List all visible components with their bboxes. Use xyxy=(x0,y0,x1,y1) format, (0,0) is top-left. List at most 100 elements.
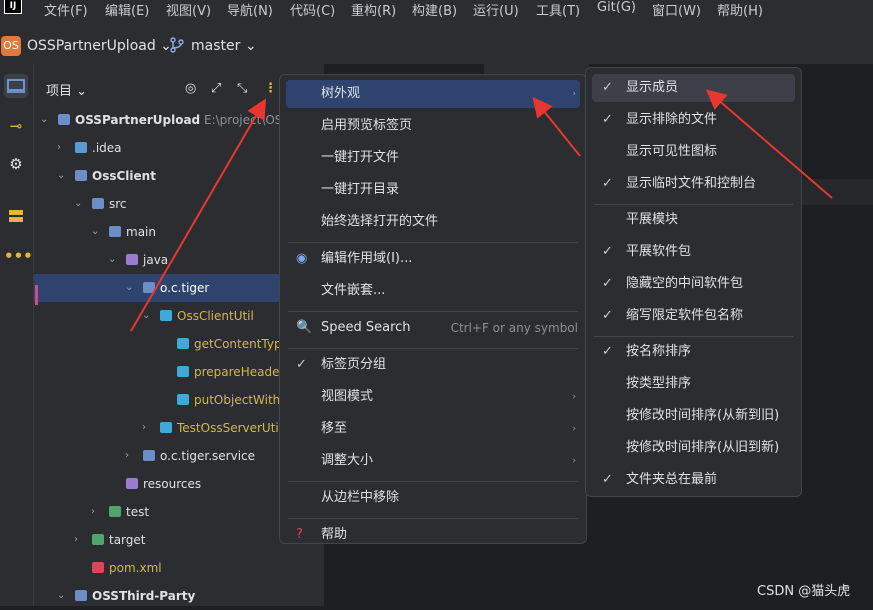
submenu-item[interactable]: 按修改时间排序(从新到旧) xyxy=(592,402,795,430)
menu-run[interactable]: 运行(U) xyxy=(473,0,519,19)
submenu-item[interactable]: ✓ 按名称排序 xyxy=(592,338,795,366)
menu-help[interactable]: 帮助(H) xyxy=(717,0,763,19)
tree-node-icon xyxy=(75,170,87,181)
branch-selector[interactable]: master ⌄ xyxy=(191,38,257,54)
context-menu-item[interactable]: 文件嵌套... xyxy=(286,277,580,305)
locate-icon[interactable]: ◎ xyxy=(185,81,196,96)
menu-navigate[interactable]: 导航(N) xyxy=(227,0,273,19)
tree-row[interactable]: ⌄ OSSPartnerUpload E:\project\OSS xyxy=(34,106,318,134)
menu-tools[interactable]: 工具(T) xyxy=(536,0,580,19)
plugins-icon[interactable]: ⚙ xyxy=(4,152,28,176)
submenu-arrow-icon: › xyxy=(572,89,576,99)
tree-node-icon xyxy=(109,506,121,517)
structure-icon[interactable] xyxy=(4,204,28,228)
search-icon: 🔍 xyxy=(296,320,313,335)
expand-all-icon[interactable]: ⤢ xyxy=(211,81,221,96)
menu-window[interactable]: 窗口(W) xyxy=(652,0,701,19)
menu-separator xyxy=(288,518,578,519)
context-menu-item[interactable]: 树外观 › xyxy=(286,80,580,108)
collapse-all-icon[interactable]: ⤡ xyxy=(237,81,247,96)
submenu-label: 按类型排序 xyxy=(626,376,692,391)
menu-file[interactable]: 文件(F) xyxy=(44,0,88,19)
menu-build[interactable]: 构建(B) xyxy=(412,0,457,19)
tree-row[interactable]: pom.xml xyxy=(34,554,318,582)
tree-row[interactable]: prepareHeaders xyxy=(34,358,318,386)
context-menu-item[interactable]: 一键打开目录 xyxy=(286,176,580,204)
menu-git[interactable]: Git(G) xyxy=(597,0,636,15)
project-tool-icon[interactable] xyxy=(4,74,28,98)
menu-separator xyxy=(288,311,578,312)
check-icon: ✓ xyxy=(602,112,613,127)
submenu-item[interactable]: ✓ 显示临时文件和控制台 xyxy=(592,170,795,198)
submenu-item[interactable]: ✓ 隐藏空的中间软件包 xyxy=(592,270,795,298)
chevron-down-icon[interactable]: ⌄ xyxy=(142,302,150,330)
chevron-down-icon[interactable]: ⌄ xyxy=(108,246,116,274)
check-icon: ✓ xyxy=(602,472,613,487)
tree-row[interactable]: ⌄ java xyxy=(34,246,318,274)
context-menu-label: 始终选择打开的文件 xyxy=(321,214,439,229)
tree-row[interactable]: ⌄ OssClient xyxy=(34,162,318,190)
submenu-item[interactable]: ✓ 平展软件包 xyxy=(592,238,795,266)
tree-row[interactable]: › target xyxy=(34,526,318,554)
submenu-item[interactable]: ✓ 显示成员 xyxy=(592,74,795,102)
more-tools-icon[interactable]: ••• xyxy=(4,244,33,268)
submenu-item[interactable]: 平展模块 xyxy=(592,206,795,234)
tree-row[interactable]: putObjectWithH xyxy=(34,386,318,414)
chevron-right-icon[interactable]: › xyxy=(74,526,78,554)
context-menu-item[interactable]: 视图模式 › xyxy=(286,383,580,411)
chevron-down-icon[interactable]: ⌄ xyxy=(125,274,133,302)
context-menu-item[interactable]: 调整大小 › xyxy=(286,447,580,475)
chevron-right-icon[interactable]: › xyxy=(57,134,61,162)
chevron-right-icon[interactable]: › xyxy=(142,414,146,442)
tree-row[interactable]: getContentType xyxy=(34,330,318,358)
submenu-label: 隐藏空的中间软件包 xyxy=(626,276,744,291)
chevron-down-icon[interactable]: ⌄ xyxy=(57,162,65,190)
panel-title[interactable]: 项目 ⌄ xyxy=(46,80,87,99)
context-menu-label: 一键打开文件 xyxy=(321,150,400,165)
commit-icon[interactable]: ⊸ xyxy=(4,114,28,138)
context-menu-item[interactable]: 启用预览标签页 xyxy=(286,112,580,140)
context-menu-item[interactable]: ✓ 标签页分组 xyxy=(286,351,580,379)
project-selector[interactable]: OSSPartnerUpload ⌄ xyxy=(27,38,172,54)
chevron-down-icon[interactable]: ⌄ xyxy=(91,218,99,246)
submenu-item[interactable]: 按修改时间排序(从旧到新) xyxy=(592,434,795,462)
context-menu-item[interactable]: 移至 › xyxy=(286,415,580,443)
context-menu-item[interactable]: 🔍 Speed Search Ctrl+F or any symbol xyxy=(286,314,580,342)
context-menu-label: 移至 xyxy=(321,421,348,436)
context-menu-label: 一键打开目录 xyxy=(321,182,400,197)
menu-code[interactable]: 代码(C) xyxy=(290,0,335,19)
tree-row[interactable]: ⌄ src xyxy=(34,190,318,218)
tree-row[interactable]: › TestOssServerUtil xyxy=(34,414,318,442)
submenu-item[interactable]: 显示可见性图标 xyxy=(592,138,795,166)
menu-view[interactable]: 视图(V) xyxy=(166,0,211,19)
submenu-item[interactable]: ✓ 缩写限定软件包名称 xyxy=(592,302,795,330)
context-menu-item[interactable]: 始终选择打开的文件 xyxy=(286,208,580,236)
context-menu-item[interactable]: 一键打开文件 xyxy=(286,144,580,172)
menu-refactor[interactable]: 重构(R) xyxy=(351,0,396,19)
scope-icon: ◉ xyxy=(296,251,308,266)
tree-row[interactable]: › test xyxy=(34,498,318,526)
submenu-item[interactable]: ✓ 文件夹总在最前 xyxy=(592,466,795,494)
menu-separator xyxy=(288,242,578,243)
menu-edit[interactable]: 编辑(E) xyxy=(105,0,149,19)
tree-row[interactable]: ⌄ OssClientUtil xyxy=(34,302,318,330)
context-menu-item[interactable]: ? 帮助 xyxy=(286,521,580,549)
tree-row[interactable]: › o.c.tiger.service xyxy=(34,442,318,470)
chevron-down-icon[interactable]: ⌄ xyxy=(74,190,82,218)
tree-row[interactable]: ⌄ o.c.tiger xyxy=(34,274,318,302)
submenu-label: 平展模块 xyxy=(626,212,679,227)
project-badge[interactable]: OS xyxy=(1,36,21,56)
options-menu-icon[interactable]: ⋮ xyxy=(264,81,277,96)
submenu-item[interactable]: ✓ 显示排除的文件 xyxy=(592,106,795,134)
tree-row[interactable]: › .idea xyxy=(34,134,318,162)
tree-node-icon xyxy=(143,450,155,461)
tree-row[interactable]: resources xyxy=(34,470,318,498)
context-menu-item[interactable]: 从边栏中移除 xyxy=(286,484,580,512)
context-menu-label: 视图模式 xyxy=(321,389,374,404)
chevron-right-icon[interactable]: › xyxy=(91,498,95,526)
chevron-down-icon[interactable]: ⌄ xyxy=(40,106,48,134)
context-menu-item[interactable]: ◉ 编辑作用域(I)... xyxy=(286,245,580,273)
tree-row[interactable]: ⌄ main xyxy=(34,218,318,246)
chevron-right-icon[interactable]: › xyxy=(125,442,129,470)
submenu-item[interactable]: 按类型排序 xyxy=(592,370,795,398)
